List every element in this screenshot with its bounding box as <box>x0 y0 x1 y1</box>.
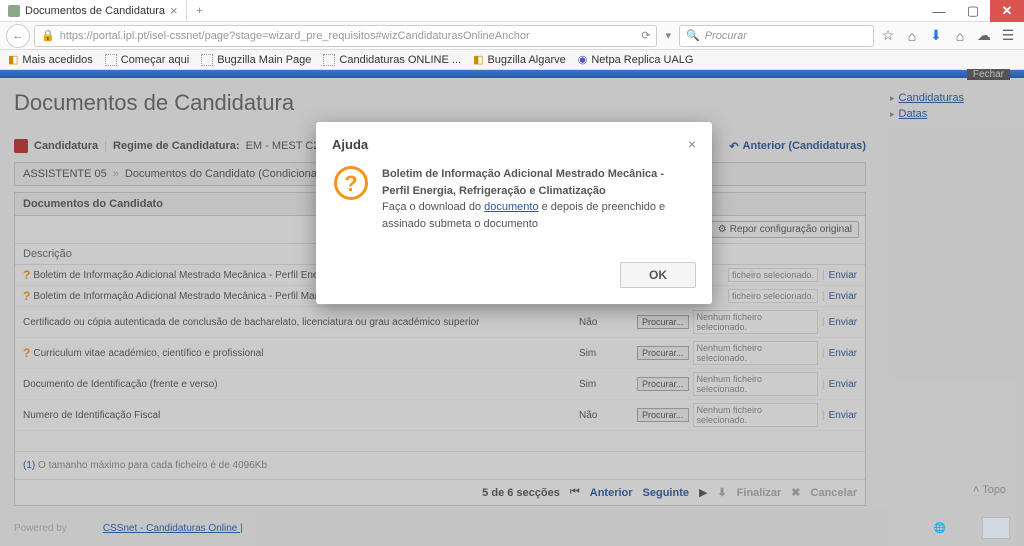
tab-title: Documentos de Candidatura <box>25 5 165 17</box>
reload-icon[interactable]: ⟳ <box>641 29 650 42</box>
wizard-step: ASSISTENTE 05 <box>23 168 107 180</box>
modal-documento-link[interactable]: documento <box>484 201 538 213</box>
question-circle-icon: ? <box>334 166 368 200</box>
regime-label: Regime de Candidatura: <box>113 140 240 152</box>
chat-icon[interactable]: ☁ <box>974 27 994 44</box>
footnote: (1) O tamanho máximo para cada ficheiro … <box>15 451 865 479</box>
browser-toolbar: ← 🔒 https://portal.ipl.pt/isel-cssnet/pa… <box>0 22 1024 50</box>
anterior-top-link[interactable]: ↶ Anterior (Candidaturas) <box>729 140 866 153</box>
wizard-pager: 5 de 6 secções ⏮ Anterior Seguinte ▶ ⬇ F… <box>15 479 865 505</box>
help-modal: Ajuda × ? Boletim de Informação Adiciona… <box>316 122 712 304</box>
browser-tab[interactable]: Documentos de Candidatura × <box>0 0 187 21</box>
file-status: ficheiro selecionado. <box>728 289 818 303</box>
tab-close-icon[interactable]: × <box>170 3 178 18</box>
url-dropdown-icon[interactable]: ▾ <box>661 29 675 42</box>
back-to-top[interactable]: ˄ Topo <box>973 484 1006 496</box>
candidatura-icon <box>14 139 28 153</box>
enviar-link[interactable]: Enviar <box>829 317 857 328</box>
back-button[interactable]: ← <box>6 24 30 48</box>
help-icon[interactable]: ? <box>23 346 30 360</box>
pager-prev[interactable]: Anterior <box>590 487 633 499</box>
file-status: Nenhum ficheiro selecionado. <box>693 403 819 427</box>
home-icon[interactable]: ⌂ <box>950 28 970 44</box>
bookmark-item[interactable]: Bugzilla Main Page <box>201 54 311 66</box>
enviar-link[interactable]: Enviar <box>829 291 857 302</box>
table-row: Documento de Identificação (frente e ver… <box>15 369 865 400</box>
crumb-candidatura: Candidatura <box>34 140 98 152</box>
pager-cancel[interactable]: Cancelar <box>811 487 857 499</box>
modal-text: Faça o download do <box>382 201 484 213</box>
procurar-button[interactable]: Procurar... <box>637 315 689 329</box>
sidebar-link-candidaturas[interactable]: Candidaturas <box>899 92 964 104</box>
pager-finalizar: Finalizar <box>737 487 782 499</box>
file-status: ficheiro selecionado. <box>728 268 818 282</box>
cancel-icon[interactable]: ✖ <box>791 486 800 499</box>
table-row: ?Curriculum vitae académico, científico … <box>15 338 865 369</box>
footer-product-link[interactable]: CSSnet - Candidaturas Online | <box>103 523 243 534</box>
bookmark-item[interactable]: ◧Bugzilla Algarve <box>473 53 566 66</box>
page-title: Documentos de Candidatura <box>14 90 866 116</box>
search-icon: 🔍 <box>686 29 700 42</box>
bookmark-item[interactable]: Começar aqui <box>105 54 189 66</box>
search-box[interactable]: 🔍 Procurar <box>679 25 874 47</box>
reset-config-button[interactable]: ⚙ Repor configuração original <box>711 221 859 238</box>
pager-next[interactable]: Seguinte <box>643 487 689 499</box>
globe-icon: 🌐 <box>934 523 946 534</box>
modal-close-icon[interactable]: × <box>688 136 696 152</box>
procurar-button[interactable]: Procurar... <box>637 346 689 360</box>
bookmark-item[interactable]: ◧Mais acedidos <box>8 53 93 66</box>
maximize-button[interactable]: ▢ <box>956 0 990 22</box>
minimize-button[interactable]: — <box>922 0 956 22</box>
new-tab-button[interactable]: + <box>187 0 213 21</box>
chevron-up-icon: ˄ <box>973 484 979 496</box>
powered-by-label: Powered by <box>14 523 67 534</box>
pager-next-icon[interactable]: ▶ <box>699 486 707 499</box>
page-footer: Powered by CSSnet - Candidaturas Online … <box>0 510 1024 546</box>
pocket-icon[interactable]: ⌂ <box>902 28 922 44</box>
url-text: https://portal.ipl.pt/isel-cssnet/page?s… <box>60 30 530 42</box>
bookmark-star-icon[interactable]: ☆ <box>878 27 898 44</box>
url-bar[interactable]: 🔒 https://portal.ipl.pt/isel-cssnet/page… <box>34 25 657 47</box>
bookmark-item[interactable]: ◉Netpa Replica UALG <box>578 53 694 66</box>
menu-icon[interactable]: ☰ <box>998 27 1018 44</box>
procurar-button[interactable]: Procurar... <box>637 408 689 422</box>
wizard-step-sub: Documentos do Candidato (Condicional) <box>125 168 323 180</box>
help-icon[interactable]: ? <box>23 268 30 282</box>
enviar-link[interactable]: Enviar <box>829 379 857 390</box>
sidebar-link-datas[interactable]: Datas <box>899 108 928 120</box>
bookmarks-bar: ◧Mais acedidos Começar aqui Bugzilla Mai… <box>0 50 1024 70</box>
pager-first-icon[interactable]: ⏮ <box>570 486 580 499</box>
file-status: Nenhum ficheiro selecionado. <box>693 372 819 396</box>
file-status: Nenhum ficheiro selecionado. <box>693 341 819 365</box>
modal-heading: Boletim de Informação Adicional Mestrado… <box>382 168 664 197</box>
procurar-button[interactable]: Procurar... <box>637 377 689 391</box>
enviar-link[interactable]: Enviar <box>829 410 857 421</box>
close-panel-label[interactable]: Fechar <box>967 69 1010 80</box>
footer-box-icon <box>982 517 1010 539</box>
close-button[interactable]: ✕ <box>990 0 1024 22</box>
bookmark-item[interactable]: Candidaturas ONLINE ... <box>323 54 461 66</box>
regime-value: EM - MEST C2 <box>246 140 320 152</box>
page-header-stripe: Fechar <box>0 70 1024 78</box>
download-icon[interactable]: ⬇ <box>717 486 726 499</box>
help-icon[interactable]: ? <box>23 289 30 303</box>
window-titlebar: Documentos de Candidatura × + — ▢ ✕ <box>0 0 1024 22</box>
search-placeholder: Procurar <box>705 30 747 42</box>
modal-title: Ajuda <box>332 137 368 152</box>
ok-button[interactable]: OK <box>620 262 696 288</box>
pager-position: 5 de 6 secções <box>482 487 560 499</box>
file-status: Nenhum ficheiro selecionado. <box>693 310 819 334</box>
back-arrow-icon: ↶ <box>729 140 738 153</box>
lock-icon: 🔒 <box>41 29 55 42</box>
downloads-icon[interactable]: ⬇ <box>926 27 946 44</box>
sidebar: ▸Candidaturas ▸Datas <box>880 78 1024 506</box>
enviar-link[interactable]: Enviar <box>829 348 857 359</box>
tab-favicon <box>8 5 20 17</box>
gear-icon: ⚙ <box>718 224 727 235</box>
table-row: Numero de Identificação Fiscal Não Procu… <box>15 400 865 431</box>
enviar-link[interactable]: Enviar <box>829 270 857 281</box>
table-row: Certificado ou cópia autenticada de conc… <box>15 307 865 338</box>
